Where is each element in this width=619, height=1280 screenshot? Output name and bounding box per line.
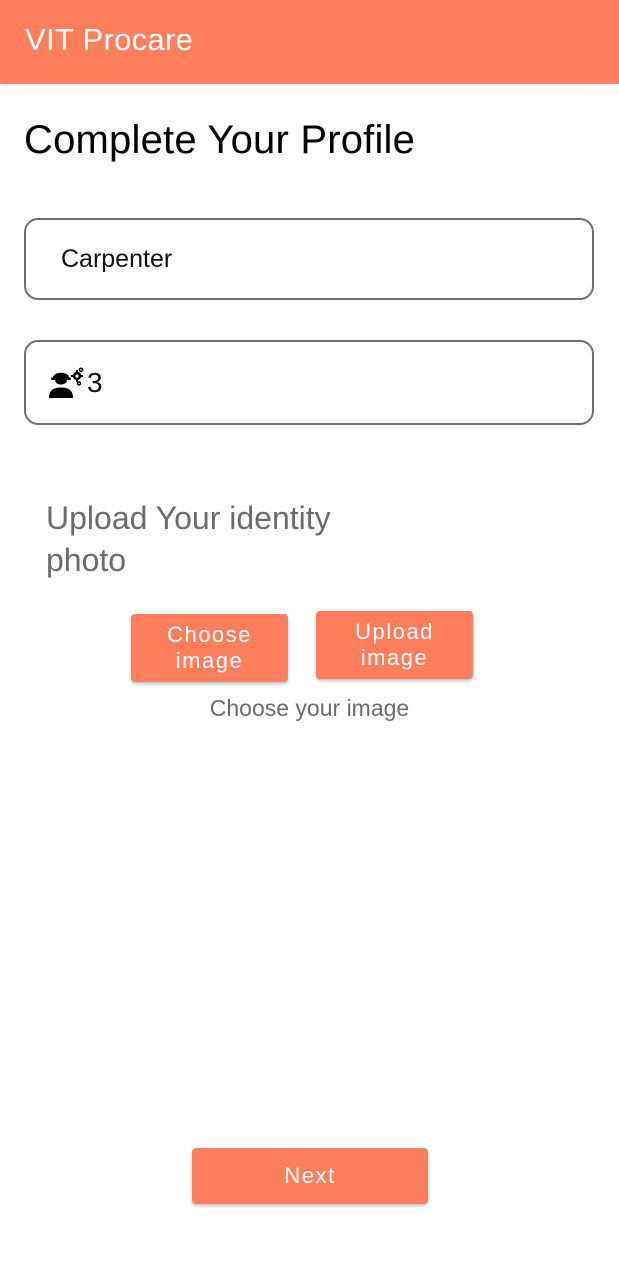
profile-screen: VIT Procare Complete Your Profile Carpen… (0, 0, 619, 1280)
choose-image-hint: Choose your image (209, 695, 410, 721)
app-title: VIT Procare (25, 22, 194, 57)
upload-identity-title: Upload Your identity photo (46, 500, 331, 578)
next-button[interactable]: Next (192, 1148, 428, 1204)
experience-field[interactable]: 3 (24, 340, 594, 425)
app-bar: VIT Procare (0, 0, 619, 84)
experience-value: 3 (87, 366, 103, 398)
choose-image-button[interactable]: Choose image (131, 614, 288, 682)
worker-with-gears-icon (49, 367, 85, 399)
profession-value: Carpenter (61, 244, 173, 273)
profession-field[interactable]: Carpenter (24, 218, 594, 300)
page-title: Complete Your Profile (24, 118, 416, 162)
upload-image-button[interactable]: Upload image (316, 611, 473, 679)
